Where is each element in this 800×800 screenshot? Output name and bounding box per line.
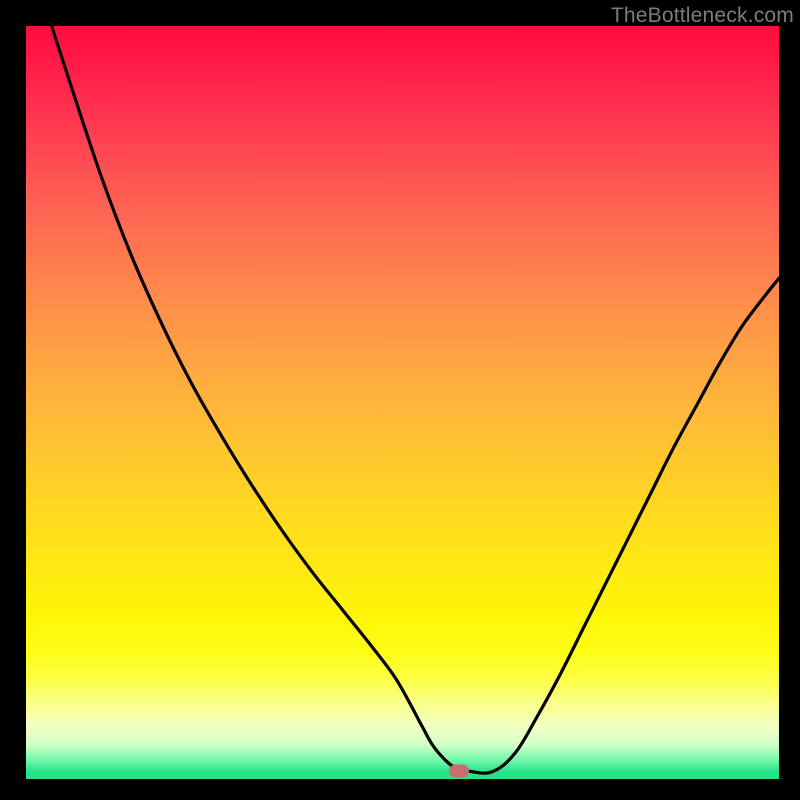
chart-marker [449, 765, 469, 778]
chart-plot-area [26, 26, 779, 779]
chart-frame: TheBottleneck.com [0, 0, 800, 800]
attribution-label: TheBottleneck.com [611, 4, 794, 28]
